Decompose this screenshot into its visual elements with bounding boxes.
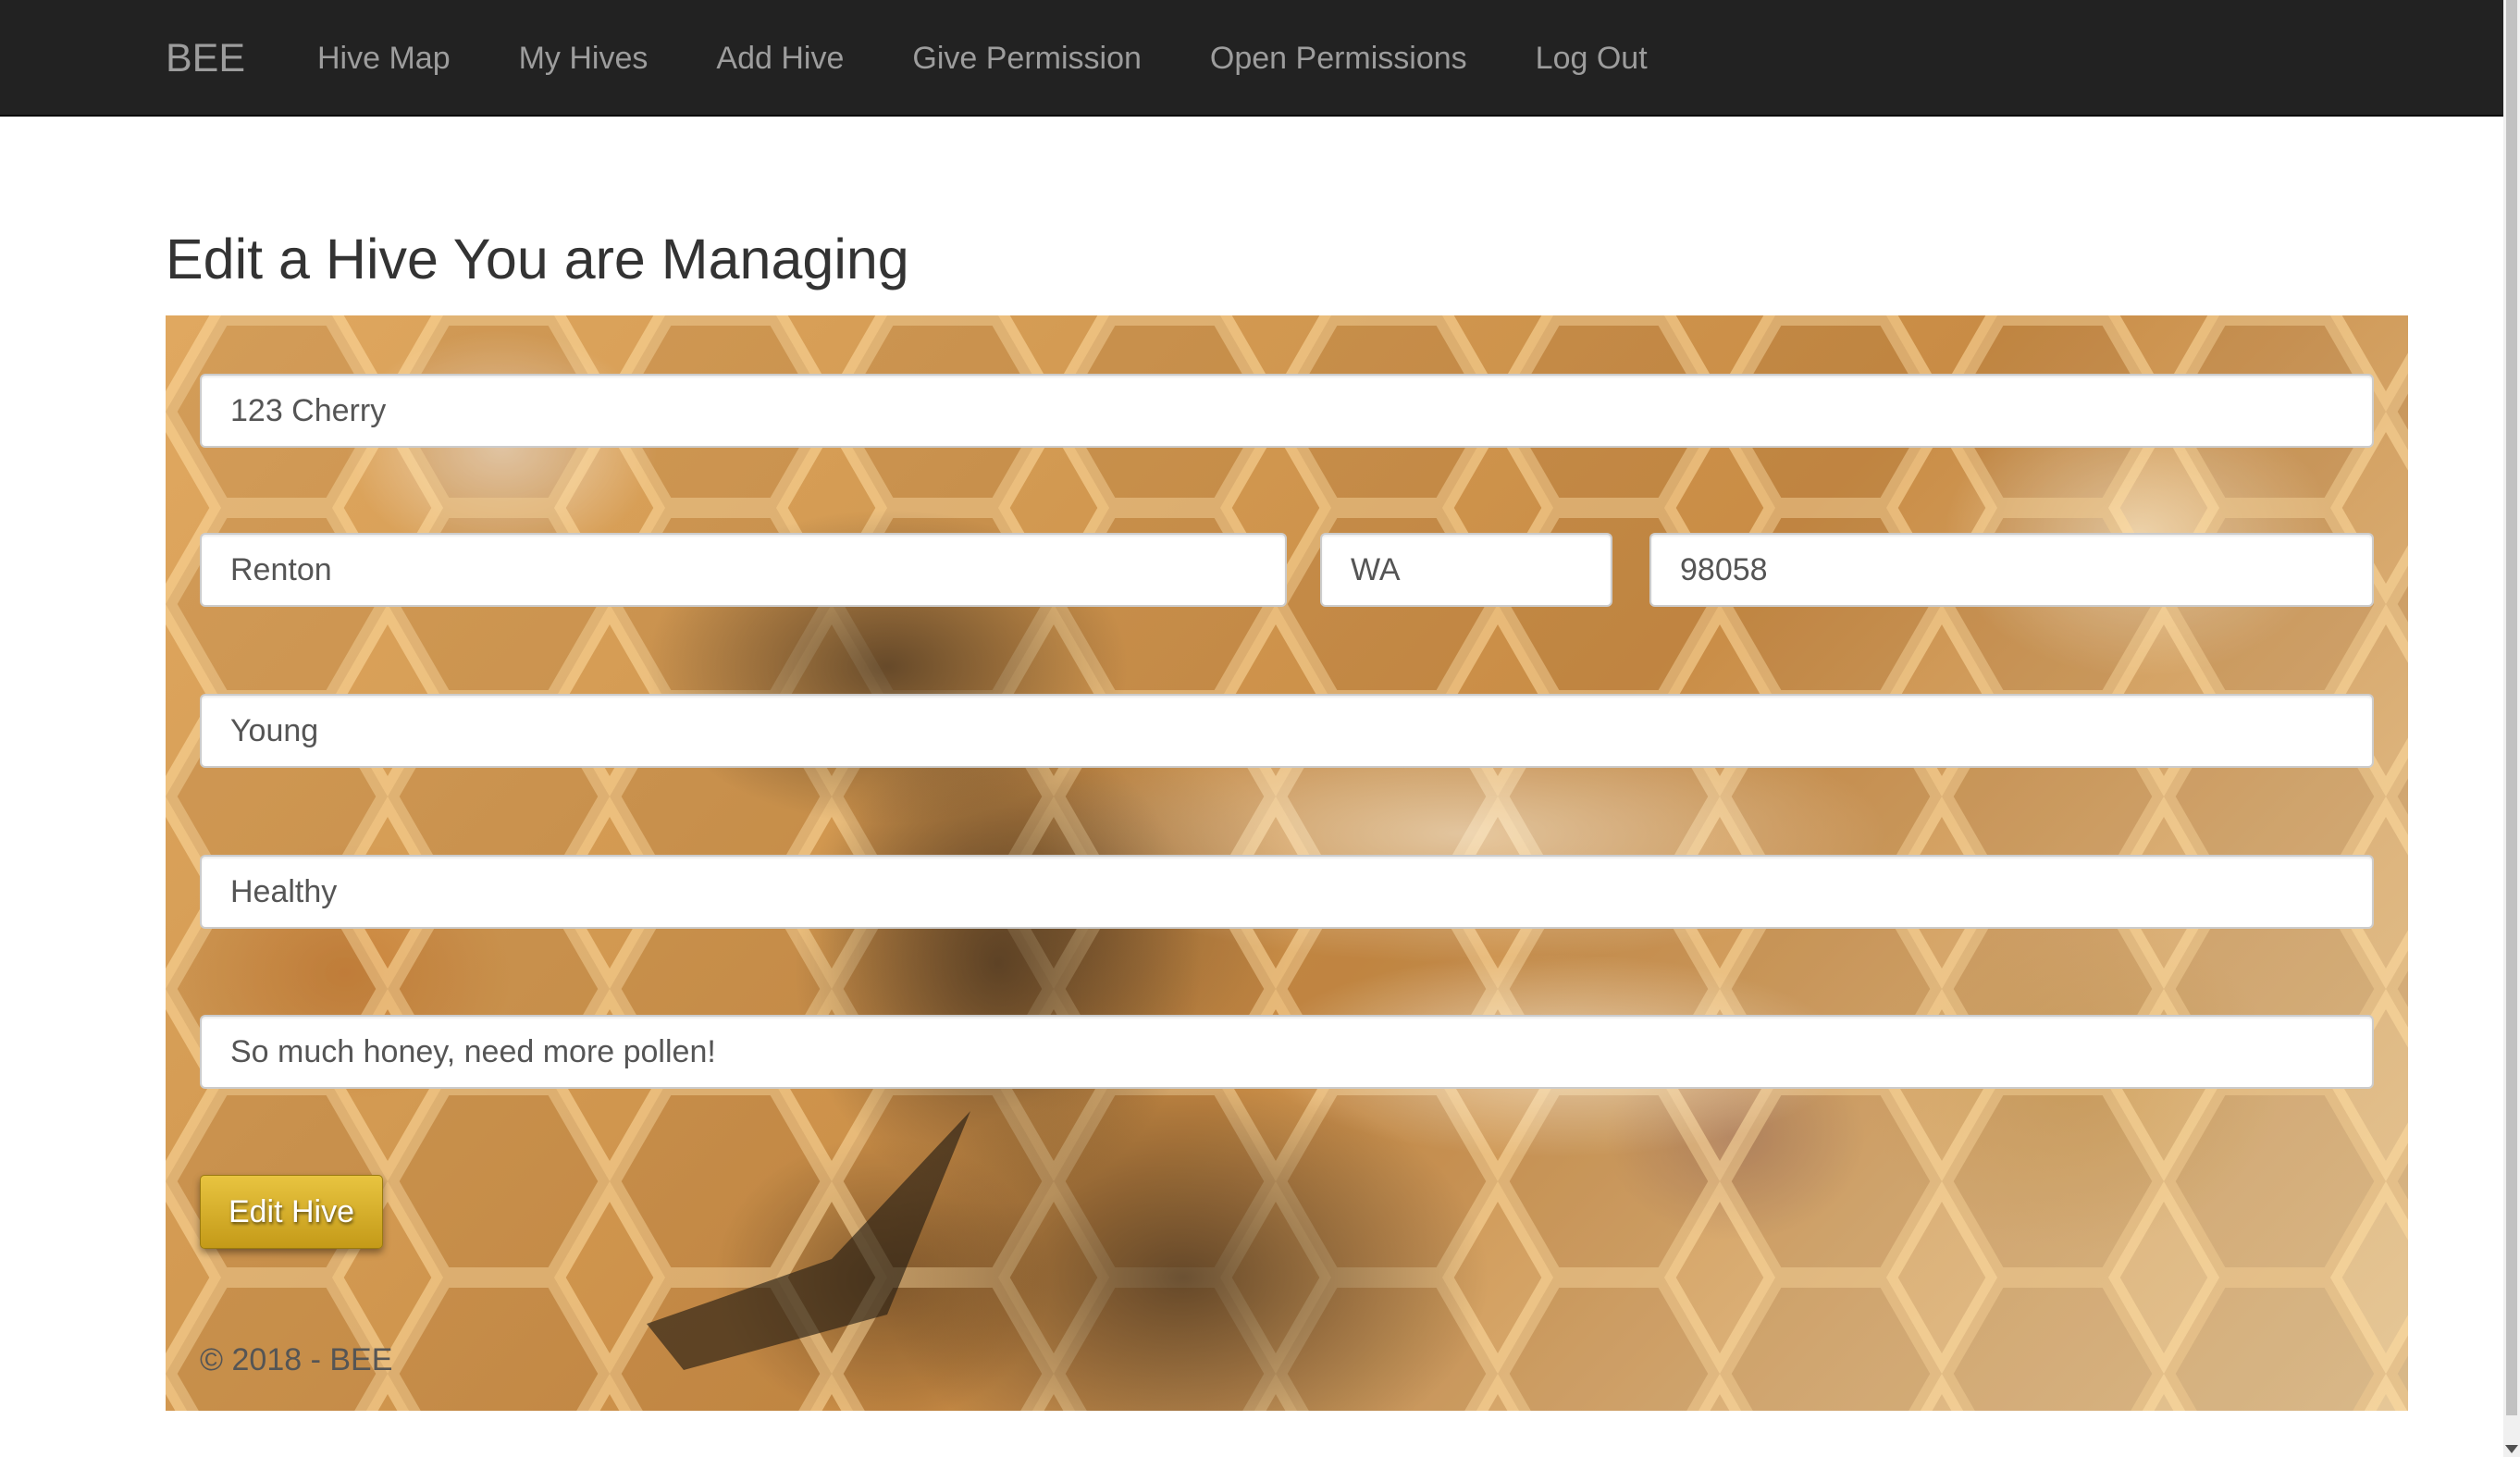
- footer-copyright: © 2018 - BEE: [200, 1342, 393, 1377]
- hive-age-input[interactable]: [200, 694, 2374, 768]
- nav-menu: Hive Map My Hives Add Hive Give Permissi…: [317, 0, 1682, 117]
- nav-item-open-permissions[interactable]: Open Permissions: [1176, 0, 1501, 117]
- hero-form-panel: Edit Hive © 2018 - BEE: [166, 315, 2408, 1411]
- vertical-scrollbar[interactable]: [2503, 0, 2520, 1457]
- hive-health-input[interactable]: [200, 855, 2374, 929]
- page-title: Edit a Hive You are Managing: [166, 228, 909, 290]
- nav-item-add-hive[interactable]: Add Hive: [682, 0, 878, 117]
- brand-link[interactable]: BEE: [166, 0, 245, 117]
- state-input[interactable]: [1320, 533, 1612, 607]
- zip-input[interactable]: [1649, 533, 2374, 607]
- nav-item-log-out[interactable]: Log Out: [1501, 0, 1682, 117]
- city-input[interactable]: [200, 533, 1287, 607]
- nav-item-give-permission[interactable]: Give Permission: [878, 0, 1176, 117]
- nav-item-hive-map[interactable]: Hive Map: [317, 0, 485, 117]
- nav-item-my-hives[interactable]: My Hives: [485, 0, 683, 117]
- hive-notes-input[interactable]: [200, 1015, 2374, 1089]
- edit-hive-button[interactable]: Edit Hive: [200, 1175, 383, 1249]
- scroll-down-arrow-icon[interactable]: [2505, 1445, 2518, 1453]
- address-input[interactable]: [200, 374, 2374, 448]
- top-navbar: BEE Hive Map My Hives Add Hive Give Perm…: [0, 0, 2503, 117]
- scrollbar-thumb[interactable]: [2506, 0, 2517, 1415]
